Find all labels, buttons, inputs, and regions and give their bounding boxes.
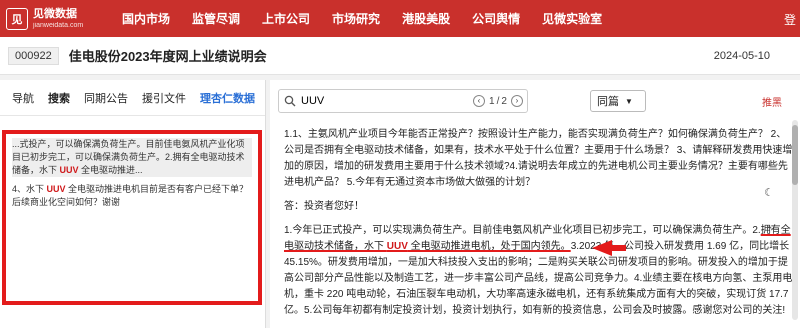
search-results-list: ...式投产，可以确保满负荷生产。目前佳电氨风机产业化项目已初步完工，可以确保满…: [2, 130, 262, 305]
logo-mark-icon: 见: [6, 7, 28, 30]
nav-item-public-opinion[interactable]: 公司舆情: [472, 10, 520, 27]
search-hit: UUV: [59, 165, 79, 175]
document-content: 1.1、主氨风机产业项目今年能否正常投产？按照设计生产能力，能否实现满负荷生产？…: [284, 127, 794, 319]
doc-search-bar: ‹ 1/2 ›: [278, 89, 528, 113]
main-nav: 国内市场 监管尽调 上市公司 市场研究 港股美股 公司舆情 见微实验室: [122, 10, 624, 27]
nav-item-regulation[interactable]: 监管尽调: [192, 10, 240, 27]
meeting-date: 2024-05-10: [713, 49, 770, 62]
search-result-item[interactable]: 4、水下 UUV 全电驱动推进电机目前是否有客户已经下单？后续商业化空间如何？谢…: [12, 183, 252, 209]
tab-navigation[interactable]: 导航: [12, 90, 34, 106]
tab-lixinger-data[interactable]: 理杏仁数据: [200, 90, 255, 106]
answer-text: 1.今年已正式投产，可以实现满负荷生产。目前佳电氨风机产业化项目已初步完工，可以…: [284, 225, 793, 316]
match-pager: ‹ 1/2 ›: [471, 95, 525, 107]
nav-item-hk-us-stocks[interactable]: 港股美股: [402, 10, 450, 27]
prev-match-icon[interactable]: ‹: [473, 95, 485, 107]
search-result-item[interactable]: ...式投产，可以确保满负荷生产。目前佳电氨风机产业化项目已初步完工，可以确保满…: [12, 138, 252, 177]
page-total: 2: [501, 95, 507, 107]
page-current: 1: [489, 95, 495, 107]
logo-domain: jianweidata.com: [33, 21, 84, 29]
left-panel: 导航 搜索 同期公告 援引文件 理杏仁数据 ...式投产，可以确保满负荷生产。目…: [0, 80, 266, 328]
annotation-arrow-icon: [592, 240, 626, 256]
stock-code-badge: 000922: [8, 46, 59, 65]
search-input[interactable]: [301, 95, 471, 107]
document-panel: ‹ 1/2 › 同篇 ▼ 推黑 1.1、主氨风机产业项目今年能否正常投产？按照设…: [270, 80, 800, 328]
nav-item-market-research[interactable]: 市场研究: [332, 10, 380, 27]
question-text: 1.1、主氨风机产业项目今年能否正常投产？按照设计生产能力，能否实现满负荷生产？…: [284, 129, 793, 188]
push-label[interactable]: 推黑: [762, 94, 782, 109]
tab-period-announcements[interactable]: 同期公告: [84, 90, 128, 106]
top-nav-bar: 见 见微数据 jianweidata.com 国内市场 监管尽调 上市公司 市场…: [0, 0, 800, 37]
dark-mode-icon[interactable]: ☾: [764, 186, 774, 199]
document-header: 000922 佳电股份2023年度网上业绩说明会 2024-05-10: [0, 37, 800, 75]
page-title: 佳电股份2023年度网上业绩说明会: [68, 49, 267, 64]
logo-name: 见微数据: [33, 7, 77, 20]
scroll-top-icon[interactable]: ⌃: [765, 224, 774, 237]
scrollbar-thumb[interactable]: [792, 125, 798, 185]
scope-select[interactable]: 同篇 ▼: [590, 90, 646, 112]
nav-item-domestic-market[interactable]: 国内市场: [122, 10, 170, 27]
nav-item-lab[interactable]: 见微实验室: [542, 10, 602, 27]
next-match-icon[interactable]: ›: [510, 95, 523, 107]
left-tabs: 导航 搜索 同期公告 援引文件 理杏仁数据: [0, 80, 265, 116]
login-link[interactable]: 登: [784, 11, 796, 28]
logo[interactable]: 见 见微数据 jianweidata.com: [6, 7, 106, 30]
search-hit: UUV: [46, 184, 66, 194]
answer-greeting: 答：投资者您好！: [284, 201, 364, 212]
chevron-down-icon: ▼: [625, 96, 633, 106]
nav-item-listed-companies[interactable]: 上市公司: [262, 10, 310, 27]
tab-cited-files[interactable]: 援引文件: [142, 90, 186, 106]
tab-search[interactable]: 搜索: [48, 90, 70, 106]
search-hit: UUV: [386, 241, 408, 252]
search-icon: [279, 95, 301, 107]
